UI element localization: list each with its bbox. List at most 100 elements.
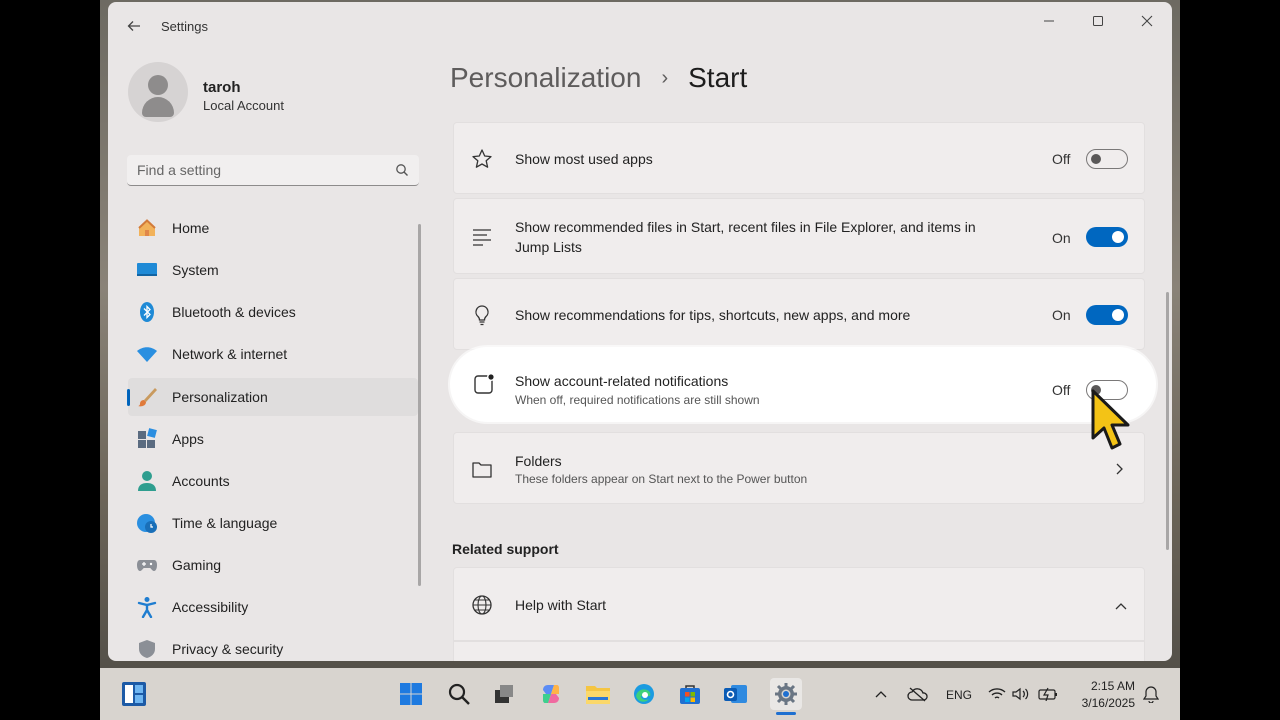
help-expander-content bbox=[453, 641, 1145, 661]
start-button[interactable] bbox=[397, 680, 425, 708]
bell-icon bbox=[1143, 686, 1159, 703]
breadcrumb: Personalization › Start bbox=[450, 62, 747, 94]
close-button[interactable] bbox=[1132, 10, 1162, 32]
sidebar-item-bluetooth[interactable]: Bluetooth & devices bbox=[128, 293, 418, 331]
home-icon bbox=[136, 217, 158, 239]
desktop: Settings taroh Local Account Home bbox=[100, 0, 1180, 720]
sidebar-item-time-language[interactable]: Time & language bbox=[128, 504, 418, 542]
maximize-button[interactable] bbox=[1083, 10, 1113, 32]
setting-card-recommended-files: Show recommended files in Start, recent … bbox=[453, 198, 1145, 274]
speaker-icon bbox=[1012, 687, 1029, 701]
apps-icon bbox=[136, 428, 158, 450]
clock-globe-icon bbox=[136, 512, 158, 534]
battery-charging-icon bbox=[1038, 687, 1057, 701]
store-button[interactable] bbox=[676, 680, 704, 708]
search-taskbar-button[interactable] bbox=[445, 680, 473, 708]
arrow-left-icon bbox=[127, 21, 140, 31]
setting-subtitle: These folders appear on Start next to th… bbox=[515, 472, 808, 486]
page-title: Start bbox=[688, 62, 748, 93]
outlook-icon bbox=[724, 685, 747, 703]
setting-card-most-used-apps: Show most used apps Off bbox=[453, 122, 1145, 194]
chevron-up-icon bbox=[875, 691, 887, 698]
recommended-files-toggle[interactable] bbox=[1086, 227, 1128, 247]
toggle-knob bbox=[1112, 309, 1124, 321]
outlook-button[interactable] bbox=[722, 680, 750, 708]
edge-icon bbox=[634, 684, 654, 704]
back-button[interactable] bbox=[124, 16, 144, 36]
setting-subtitle: When off, required notifications are sti… bbox=[515, 393, 760, 407]
file-explorer-button[interactable] bbox=[584, 680, 612, 708]
gear-icon bbox=[775, 683, 797, 705]
search-icon[interactable] bbox=[395, 163, 409, 177]
onedrive-button[interactable] bbox=[906, 680, 930, 708]
setting-card-account-notifications: Show account-related notifications When … bbox=[450, 347, 1156, 422]
sidebar-item-system[interactable]: System bbox=[128, 251, 418, 289]
notifications-button[interactable] bbox=[1140, 680, 1162, 708]
person-icon bbox=[136, 470, 158, 492]
chevron-up-icon[interactable] bbox=[1114, 598, 1128, 616]
edge-button[interactable] bbox=[630, 680, 658, 708]
search-box bbox=[127, 155, 419, 186]
breadcrumb-separator: › bbox=[661, 66, 669, 89]
settings-taskbar-button[interactable] bbox=[770, 678, 802, 710]
search-icon bbox=[448, 683, 470, 705]
lightbulb-icon bbox=[470, 303, 494, 327]
avatar[interactable] bbox=[128, 62, 188, 122]
toggle-knob bbox=[1091, 154, 1101, 164]
sidebar-item-apps[interactable]: Apps bbox=[128, 420, 418, 458]
sidebar-item-privacy[interactable]: Privacy & security bbox=[128, 630, 418, 661]
globe-icon bbox=[470, 593, 494, 617]
breadcrumb-parent[interactable]: Personalization bbox=[450, 62, 641, 94]
sidebar-item-personalization[interactable]: Personalization bbox=[128, 378, 418, 416]
profile-name: taroh bbox=[203, 79, 241, 96]
mouse-cursor-icon bbox=[1091, 389, 1130, 450]
copilot-button[interactable] bbox=[537, 680, 565, 708]
settings-window: Settings taroh Local Account Home bbox=[108, 2, 1172, 661]
help-title: Help with Start bbox=[515, 597, 607, 613]
sidebar-item-network[interactable]: Network & internet bbox=[128, 335, 418, 373]
setting-title: Show account-related notifications bbox=[515, 373, 729, 389]
setting-card-folders[interactable]: Folders These folders appear on Start ne… bbox=[453, 432, 1145, 504]
task-view-button[interactable] bbox=[490, 680, 518, 708]
maximize-icon bbox=[1093, 16, 1103, 26]
search-input[interactable] bbox=[137, 160, 387, 180]
clock-date[interactable]: 3/16/2025 bbox=[1075, 696, 1135, 710]
toggle-state-label: Off bbox=[1052, 151, 1071, 167]
recommendations-toggle[interactable] bbox=[1086, 305, 1128, 325]
star-icon bbox=[470, 147, 494, 171]
most-used-apps-toggle[interactable] bbox=[1086, 149, 1128, 169]
help-with-start-expander[interactable]: Help with Start bbox=[453, 567, 1145, 641]
input-language[interactable]: ENG bbox=[946, 688, 972, 702]
cloud-off-icon bbox=[907, 687, 928, 702]
sidebar-item-accounts[interactable]: Accounts bbox=[128, 462, 418, 500]
sidebar-item-label: Bluetooth & devices bbox=[172, 304, 296, 320]
sidebar-item-home[interactable]: Home bbox=[128, 209, 418, 247]
clock-time[interactable]: 2:15 AM bbox=[1083, 679, 1135, 693]
sidebar-item-label: Time & language bbox=[172, 515, 278, 531]
volume-button[interactable] bbox=[1010, 680, 1032, 708]
active-app-indicator bbox=[776, 712, 796, 715]
sidebar-item-accessibility[interactable]: Accessibility bbox=[128, 588, 418, 626]
sidebar-scrollbar[interactable] bbox=[418, 224, 421, 586]
profile-account-type: Local Account bbox=[203, 98, 284, 113]
window-title: Settings bbox=[161, 19, 208, 34]
sidebar-item-gaming[interactable]: Gaming bbox=[128, 546, 418, 584]
battery-button[interactable] bbox=[1036, 680, 1060, 708]
sidebar-item-label: System bbox=[172, 262, 219, 278]
shield-icon bbox=[136, 638, 158, 660]
setting-title: Show most used apps bbox=[515, 151, 653, 167]
paintbrush-icon bbox=[136, 386, 158, 408]
setting-title: Folders bbox=[515, 453, 562, 469]
title-bar: Settings bbox=[108, 2, 1172, 50]
setting-title-line2: Jump Lists bbox=[515, 239, 582, 255]
widgets-button[interactable] bbox=[120, 680, 148, 708]
notification-badge-icon bbox=[472, 372, 496, 396]
main-scrollbar[interactable] bbox=[1166, 292, 1169, 550]
minimize-button[interactable] bbox=[1034, 10, 1064, 32]
show-hidden-icons-button[interactable] bbox=[872, 680, 890, 708]
chevron-right-icon bbox=[1114, 462, 1124, 481]
toggle-state-label: On bbox=[1052, 307, 1071, 323]
avatar-body bbox=[142, 97, 174, 117]
system-icon bbox=[136, 259, 158, 281]
network-button[interactable] bbox=[986, 680, 1008, 708]
